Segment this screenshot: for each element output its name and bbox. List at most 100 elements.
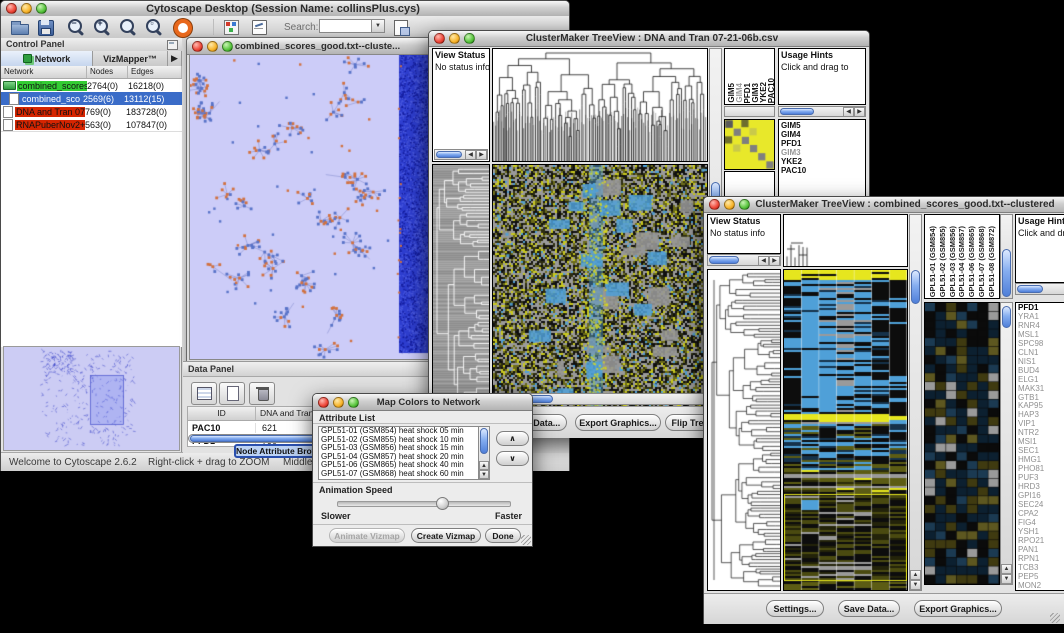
index-icon[interactable] — [391, 18, 413, 38]
minimize-icon[interactable] — [21, 3, 32, 14]
new-doc-icon[interactable] — [219, 382, 245, 405]
main-heatmap[interactable] — [492, 164, 708, 422]
scroll-down-arrow-icon[interactable]: ▼ — [479, 470, 489, 479]
scroll-down-arrow-icon[interactable]: ▼ — [1001, 574, 1012, 584]
heatmap-vscrollbar[interactable]: ▲ ▼ — [909, 214, 922, 591]
zoom-out-icon[interactable]: − — [65, 18, 87, 38]
annotation-icon[interactable] — [249, 18, 271, 38]
column-label[interactable]: GPL51-03 (GSM856) — [948, 226, 958, 297]
minimize-icon[interactable] — [449, 33, 460, 44]
treeview-dna-titlebar[interactable]: ClusterMaker TreeView : DNA and Tran 07-… — [429, 31, 869, 47]
tab--[interactable]: ▶ — [168, 51, 182, 66]
create-vizmap-button[interactable]: Create Vizmap — [411, 528, 481, 543]
attribute-item[interactable]: GPL51-07 (GSM868) heat shock 60 min — [319, 470, 479, 479]
scroll-up-arrow-icon[interactable]: ▲ — [910, 570, 921, 580]
open-folder-icon[interactable] — [9, 18, 31, 38]
network-table-row[interactable]: DNA and Tran 07769(0)183728(0) — [1, 105, 182, 118]
view-status-hscrollbar[interactable]: ◀ ▶ — [707, 254, 781, 266]
close-icon[interactable] — [434, 33, 445, 44]
slider-thumb[interactable] — [436, 497, 449, 510]
column-dendrogram[interactable] — [492, 48, 708, 162]
export-graphics-button[interactable]: Export Graphics... — [914, 600, 1002, 617]
column-label[interactable]: GPL51-07 (GSM868) — [977, 226, 987, 297]
close-icon[interactable] — [709, 199, 720, 210]
scroll-right-arrow-icon[interactable]: ▶ — [476, 150, 487, 160]
column-header[interactable]: Nodes — [87, 66, 128, 78]
network-table-row[interactable]: RNAPuberNov2+I563(0)107847(0) — [1, 118, 182, 131]
column-label[interactable]: PAC10 — [767, 78, 774, 103]
node-attribute-browser-tab[interactable]: Node Attribute Brows — [234, 444, 322, 458]
attribute-list-vscrollbar[interactable]: ▲ ▼ — [478, 426, 490, 480]
zoom-selected-icon[interactable]: ▫ — [143, 18, 165, 38]
column-label[interactable]: GPL51-08 (GSM872) — [987, 226, 997, 297]
scroll-up-arrow-icon[interactable]: ▲ — [1001, 564, 1012, 574]
scroll-left-arrow-icon[interactable]: ◀ — [758, 256, 769, 266]
gene-label[interactable]: GIM4 — [781, 130, 863, 139]
scroll-thumb[interactable] — [911, 270, 920, 304]
zoom-actual-icon[interactable] — [117, 18, 139, 38]
scroll-left-arrow-icon[interactable]: ◀ — [465, 150, 476, 160]
done-button[interactable]: Done — [485, 528, 521, 543]
scroll-left-arrow-icon[interactable]: ◀ — [843, 107, 854, 117]
scroll-thumb[interactable] — [480, 428, 488, 454]
tab-network[interactable]: Network — [1, 51, 93, 66]
trash-icon[interactable] — [249, 382, 275, 405]
column-header[interactable]: Edges — [128, 66, 182, 78]
resize-grip[interactable] — [521, 535, 531, 545]
gene-list-vscrollbar[interactable]: ▲ ▼ — [1000, 302, 1013, 585]
move-up-button[interactable]: ∧ — [496, 431, 529, 446]
summary-heatmap[interactable] — [924, 302, 1000, 585]
minimize-icon[interactable] — [333, 397, 344, 408]
scroll-up-arrow-icon[interactable]: ▲ — [479, 461, 489, 470]
zoom-in-icon[interactable]: + — [91, 18, 113, 38]
usage-hints-hscrollbar[interactable] — [1015, 283, 1064, 295]
column-label[interactable]: GPL51-01 (GSM854) — [928, 226, 938, 297]
network-view-titlebar[interactable]: combined_scores_good.txt--cluste... — [187, 38, 432, 55]
gene-label[interactable]: MON2 — [1018, 582, 1064, 591]
zoom-window-icon[interactable] — [348, 397, 359, 408]
labels-vscrollbar[interactable] — [1000, 214, 1013, 299]
scroll-right-arrow-icon[interactable]: ▶ — [769, 256, 780, 266]
network-table-row[interactable]: combined_scores2764(0)16218(0) — [1, 79, 182, 92]
settings-button[interactable]: Settings... — [766, 600, 824, 617]
main-heatmap[interactable] — [783, 269, 908, 591]
column-label[interactable]: GPL51-04 (GSM857) — [957, 226, 967, 297]
scroll-right-arrow-icon[interactable]: ▶ — [854, 107, 865, 117]
column-label[interactable]: GPL51-02 (GSM855) — [938, 226, 948, 297]
view-status-hscrollbar[interactable]: ◀ ▶ — [434, 149, 488, 160]
tab-vizmapper-[interactable]: VizMapper™ — [93, 51, 168, 66]
window-controls[interactable] — [6, 3, 47, 14]
correlation-summary-heatmap[interactable] — [724, 119, 775, 170]
export-graphics-button[interactable]: Export Graphics... — [575, 414, 661, 431]
column-label[interactable]: GPL51-06 (GSM865) — [967, 226, 977, 297]
column-label[interactable]: GIM3 — [751, 83, 758, 103]
help-lifering-icon[interactable] — [171, 18, 193, 38]
move-down-button[interactable]: ∨ — [496, 451, 529, 466]
resize-grip[interactable] — [1050, 613, 1060, 623]
save-data-button[interactable]: Save Data... — [838, 600, 900, 617]
map-colors-titlebar[interactable]: Map Colors to Network — [313, 394, 532, 411]
float-panel-icon[interactable] — [167, 40, 178, 50]
gene-label[interactable]: GIM3 — [781, 148, 863, 157]
column-header[interactable]: Network — [1, 66, 87, 78]
close-icon[interactable] — [192, 41, 203, 52]
attribute-list[interactable]: GPL51-01 (GSM854) heat shock 05 minGPL51… — [318, 426, 480, 480]
column-label[interactable]: GIM4 — [735, 83, 742, 103]
row-dendrogram[interactable] — [707, 269, 781, 591]
search-input[interactable] — [319, 19, 373, 33]
scroll-thumb[interactable] — [1002, 249, 1011, 297]
zoom-window-icon[interactable] — [222, 41, 233, 52]
column-label[interactable]: PFD1 — [743, 83, 750, 103]
save-icon[interactable] — [35, 18, 57, 38]
row-dendrogram[interactable] — [432, 164, 490, 422]
column-dendrogram[interactable] — [783, 214, 908, 267]
column-label[interactable]: YKE2 — [759, 82, 766, 103]
column-header[interactable]: ID — [188, 407, 256, 420]
gene-label[interactable]: PAC10 — [781, 166, 863, 175]
gene-label[interactable]: PFD1 — [781, 139, 863, 148]
animation-speed-slider[interactable] — [337, 501, 511, 507]
treeview-combined-titlebar[interactable]: ClusterMaker TreeView : combined_scores_… — [704, 197, 1064, 213]
scroll-thumb[interactable] — [1002, 306, 1011, 328]
gene-label[interactable]: GIM5 — [781, 121, 863, 130]
animate-vizmap-button[interactable]: Animate Vizmap — [329, 528, 405, 543]
